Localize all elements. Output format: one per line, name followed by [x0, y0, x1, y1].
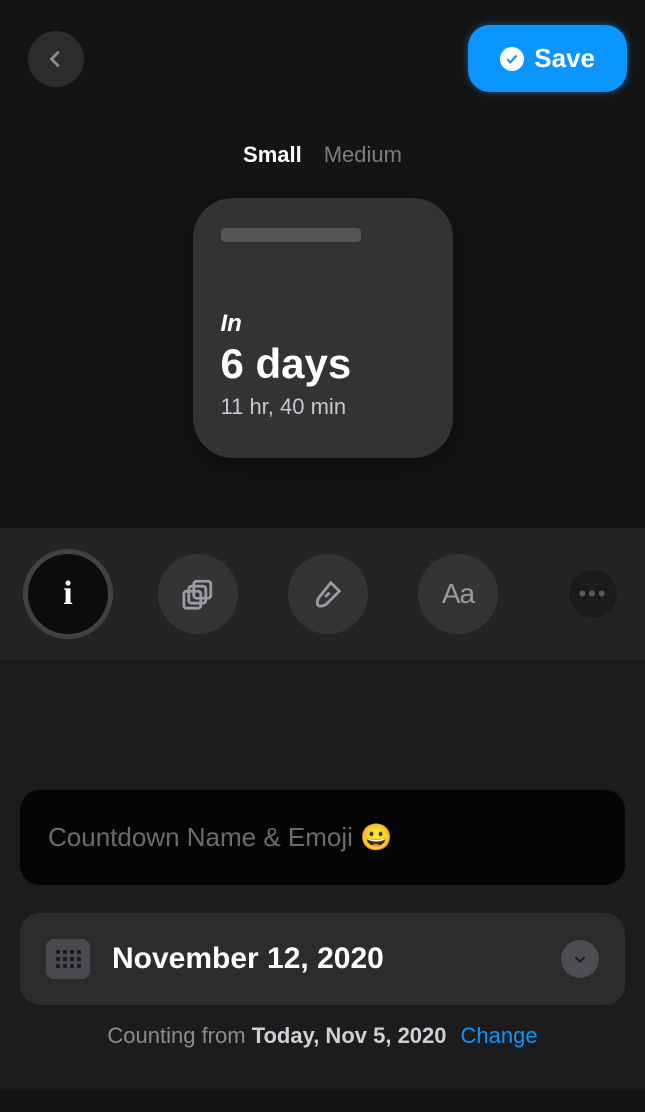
- check-circle-icon: [500, 47, 524, 71]
- tab-small[interactable]: Small: [243, 142, 302, 168]
- save-label: Save: [534, 43, 595, 74]
- date-picker-row[interactable]: November 12, 2020: [20, 913, 625, 1005]
- widget-prefix: In: [221, 310, 425, 338]
- brush-icon: [311, 577, 345, 611]
- tool-brush[interactable]: [288, 554, 368, 634]
- layers-icon: [181, 577, 215, 611]
- widget-main-value: 6 days: [221, 340, 425, 388]
- size-tabs: Small Medium: [0, 142, 645, 168]
- counting-from-row: Counting from Today, Nov 5, 2020 Change: [20, 1023, 625, 1049]
- countdown-name-input[interactable]: [48, 822, 597, 853]
- counting-from-prefix: Counting from: [107, 1023, 251, 1048]
- widget-title-placeholder: [221, 228, 361, 242]
- ellipsis-icon: •••: [578, 581, 607, 607]
- chevron-left-icon: [45, 48, 67, 70]
- counting-from-date: Today, Nov 5, 2020: [252, 1023, 447, 1048]
- font-icon: Aa: [442, 578, 474, 610]
- tool-font[interactable]: Aa: [418, 554, 498, 634]
- chevron-down-icon: [572, 951, 588, 967]
- back-button[interactable]: [28, 31, 84, 87]
- tool-info[interactable]: i: [28, 554, 108, 634]
- info-icon: i: [63, 575, 72, 613]
- expand-date-button[interactable]: [561, 940, 599, 978]
- change-link[interactable]: Change: [461, 1023, 538, 1048]
- tool-strip: i Aa •••: [0, 528, 645, 660]
- calendar-icon: [46, 939, 90, 979]
- tool-layers[interactable]: [158, 554, 238, 634]
- countdown-name-field[interactable]: [20, 790, 625, 885]
- widget-preview: In 6 days 11 hr, 40 min: [193, 198, 453, 458]
- tool-more[interactable]: •••: [569, 570, 617, 618]
- selected-date: November 12, 2020: [112, 942, 539, 976]
- save-button[interactable]: Save: [468, 25, 627, 92]
- tab-medium[interactable]: Medium: [324, 142, 402, 168]
- widget-sub-value: 11 hr, 40 min: [221, 394, 425, 420]
